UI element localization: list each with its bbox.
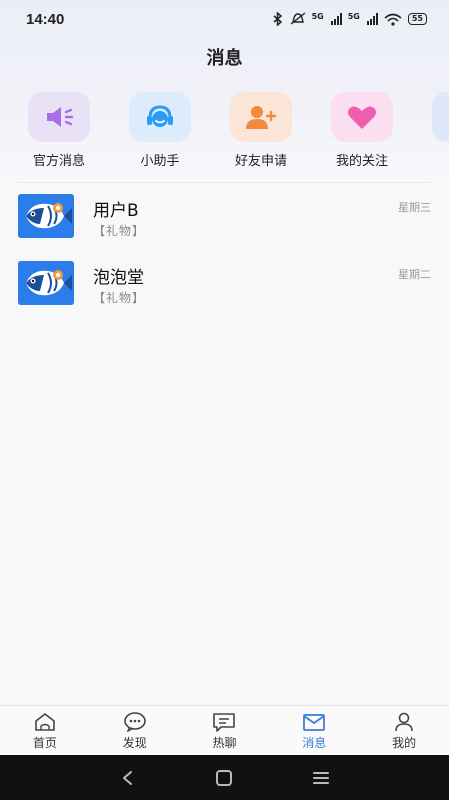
tab-label: 消息 [302,736,327,750]
add-friend-icon [246,106,277,129]
nav-back-button[interactable] [113,763,143,793]
back-icon [123,770,133,785]
avatar [18,194,74,238]
home-icon [35,713,55,731]
shortcut-tile [129,92,191,142]
bluetooth-icon [273,12,282,26]
signal-icon-1 [330,13,342,25]
mail-icon [303,714,326,731]
shortcut-row: 官方消息 小助手 好友申请 我的关注 [0,92,449,172]
status-bar: 14:40 5G 5G 55 [0,0,449,38]
discover-icon [123,712,146,732]
shortcut-label: 小助手 [140,154,180,169]
shortcut-partial[interactable]: 我 [418,92,449,169]
heart-icon [348,106,376,129]
list-item[interactable]: 泡泡堂 【礼物】 星期二 [0,257,449,324]
message-sender: 泡泡堂 [93,268,144,288]
shortcut-my-follows[interactable]: 我的关注 [317,92,407,169]
nav-home-button[interactable] [209,763,239,793]
tab-mine[interactable]: 我的 [359,706,449,755]
shortcut-assistant[interactable]: 小助手 [115,92,205,169]
tab-messages[interactable]: 消息 [269,706,359,755]
chat-icon [213,713,236,732]
shortcut-friend-requests[interactable]: 好友申请 [216,92,306,169]
mute-icon [290,12,306,25]
status-icons: 5G 5G 55 [272,12,427,26]
battery-icon: 55 [407,13,427,25]
network-type-1: 5G [311,12,324,21]
tab-hot-chat[interactable]: 热聊 [180,706,270,755]
tab-label: 我的 [392,736,417,750]
shortcut-label: 我的关注 [335,154,388,169]
fish-avatar-icon [18,261,74,305]
message-list: 用户B 【礼物】 星期三 泡泡堂 【礼物】 星期二 [0,190,449,324]
message-time: 星期三 [398,201,431,214]
fish-avatar-icon [18,194,74,238]
message-sender: 用户B [93,201,139,221]
system-nav-bar [0,755,449,800]
list-item[interactable]: 用户B 【礼物】 星期三 [0,190,449,257]
message-time: 星期二 [398,268,431,281]
megaphone-icon [47,107,74,127]
shortcut-tile [28,92,90,142]
status-time: 14:40 [26,10,65,28]
tab-label: 发现 [122,736,147,750]
message-preview: 【礼物】 [93,224,146,238]
home-square-icon [216,769,233,786]
tab-label: 首页 [32,736,57,750]
tab-home[interactable]: 首页 [0,706,90,755]
signal-icon-2 [366,13,378,25]
shortcut-tile [432,92,449,142]
shortcut-tile [331,92,393,142]
network-type-2: 5G [347,12,360,21]
headset-icon [147,105,173,127]
wifi-icon [384,13,402,26]
shortcut-label: 官方消息 [32,154,85,169]
profile-icon [395,712,413,732]
shortcut-label: 好友申请 [234,154,287,169]
page-title: 消息 [206,48,243,69]
bottom-tab-bar: 首页 发现 热聊 消息 我的 [0,705,449,755]
message-preview: 【礼物】 [93,291,146,305]
tab-discover[interactable]: 发现 [90,706,180,755]
shortcut-official-messages[interactable]: 官方消息 [14,92,104,169]
tab-label: 热聊 [212,736,237,750]
shortcut-tile [230,92,292,142]
nav-menu-button[interactable] [306,763,336,793]
avatar [18,261,74,305]
menu-icon [312,771,329,784]
divider [18,182,431,183]
